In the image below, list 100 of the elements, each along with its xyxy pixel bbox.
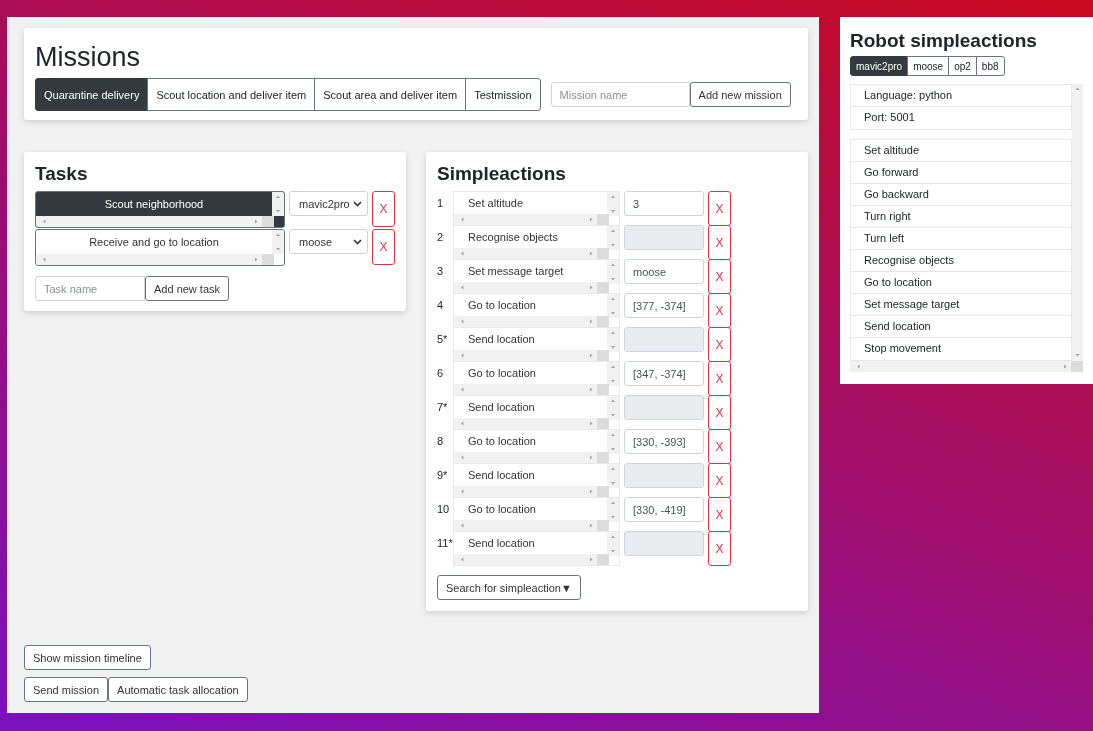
scrollbar[interactable] <box>272 230 284 254</box>
scrollbar[interactable] <box>454 486 609 497</box>
robot-info-item: Port: 5001 <box>863 110 916 125</box>
parameter-field[interactable]: [377, -374] <box>624 293 704 318</box>
scrollbar[interactable] <box>454 520 609 531</box>
simpleaction-name: Send location <box>467 332 536 347</box>
scrollbar[interactable] <box>454 384 609 395</box>
robot-select[interactable]: mavic2pro <box>289 191 368 216</box>
scrollbar[interactable] <box>454 350 609 361</box>
scrollbar[interactable] <box>454 554 609 565</box>
step-number: 4 <box>437 298 445 313</box>
scrollbar[interactable] <box>607 464 619 488</box>
parameter-field[interactable]: [330, -393] <box>624 429 704 454</box>
step-number: 1 <box>437 196 445 211</box>
delete-button[interactable]: X <box>372 229 395 265</box>
simpleaction-item[interactable]: Set altitude <box>453 191 620 226</box>
search-simpleaction-button[interactable]: Search for simpleaction▼ <box>437 575 581 600</box>
scrollbar[interactable] <box>454 214 609 225</box>
robot-action-item[interactable]: Turn left <box>851 228 1071 250</box>
scrollbar[interactable] <box>607 396 619 420</box>
scrollbar[interactable] <box>607 226 619 250</box>
task-item[interactable]: Receive and go to location <box>35 229 285 266</box>
scrollbar[interactable] <box>607 362 619 386</box>
simpleaction-name: Set altitude <box>467 196 525 211</box>
delete-button[interactable]: X <box>708 293 731 328</box>
scrollbar[interactable] <box>607 328 619 352</box>
mission-tab[interactable]: Quarantine delivery <box>35 78 149 111</box>
scrollbar[interactable] <box>607 498 619 522</box>
robot-tab[interactable]: moose <box>907 56 950 76</box>
delete-button[interactable]: X <box>708 259 731 294</box>
action-button[interactable]: Show mission timeline <box>24 645 151 670</box>
robot-action-item[interactable]: Go to location <box>851 272 1071 294</box>
robot-action-item[interactable]: Send location <box>851 316 1071 338</box>
simpleaction-item[interactable]: Set message target <box>453 259 620 294</box>
robot-info-item: Language: python <box>851 85 1071 107</box>
add-mission-button[interactable]: Add new mission <box>689 82 791 107</box>
section-title: Tasks <box>35 162 89 186</box>
parameter-field[interactable]: moose <box>624 259 704 284</box>
step-number: 2 <box>437 230 445 245</box>
delete-button[interactable]: X <box>708 497 731 532</box>
step-number: 6 <box>437 366 445 381</box>
delete-button[interactable]: X <box>708 191 731 226</box>
section-title: Robot simpleactions <box>850 29 1038 53</box>
step-number: 11* <box>437 536 453 551</box>
scrollbar[interactable] <box>607 430 619 454</box>
mission-tab[interactable]: Testmission <box>465 78 541 111</box>
action-button[interactable]: Automatic task allocation <box>108 677 248 702</box>
scrollbar[interactable] <box>607 294 619 318</box>
robot-action-item[interactable]: Set altitude <box>851 140 1071 162</box>
delete-button[interactable]: X <box>708 361 731 396</box>
mission-tab[interactable]: Scout area and deliver item <box>314 78 467 111</box>
robot-select[interactable]: moose <box>289 229 368 254</box>
scrollbar[interactable] <box>454 282 609 293</box>
delete-button[interactable]: X <box>372 191 395 227</box>
task-name-field[interactable]: Task name <box>35 276 145 301</box>
action-button[interactable]: Send mission <box>24 677 109 702</box>
step-number: 5* <box>437 332 449 347</box>
scrollbar[interactable] <box>454 452 609 463</box>
parameter-field[interactable]: [347, -374] <box>624 361 704 386</box>
section-title: Simpleactions <box>437 162 567 186</box>
simpleaction-item[interactable]: Go to location <box>453 293 620 328</box>
step-number: 10 <box>437 502 451 517</box>
scrollbar[interactable] <box>607 532 619 556</box>
scrollbar[interactable] <box>454 418 609 429</box>
simpleaction-item[interactable]: Go to location <box>453 497 620 532</box>
robot-action-item[interactable]: Set message target <box>851 294 1071 316</box>
scrollbar[interactable] <box>607 192 619 216</box>
robot-action-item[interactable]: Go backward <box>851 184 1071 206</box>
delete-button[interactable]: X <box>708 429 731 464</box>
scrollbar[interactable] <box>454 316 609 327</box>
mission-name-field[interactable]: Mission name <box>550 82 690 107</box>
simpleaction-name: Set message target <box>467 264 565 279</box>
simpleaction-name: Send location <box>467 400 536 415</box>
scrollbar[interactable] <box>1072 84 1083 361</box>
simpleaction-name: Send location <box>467 536 536 551</box>
simpleaction-item[interactable]: Go to location <box>453 429 620 464</box>
scrollbar[interactable] <box>454 248 609 259</box>
robot-action-item[interactable]: Turn right <box>851 206 1071 228</box>
robot-action-item[interactable]: Recognise objects <box>851 250 1071 272</box>
robot-tab[interactable]: mavic2pro <box>850 56 909 76</box>
simpleaction-name: Go to location <box>467 366 537 381</box>
task-item[interactable]: Scout neighborhood <box>35 191 285 228</box>
simpleaction-item[interactable]: Go to location <box>453 361 620 396</box>
simpleaction-name: Go to location <box>467 434 537 449</box>
scrollbar[interactable] <box>850 361 1083 372</box>
mission-tab[interactable]: Scout location and deliver item <box>147 78 316 111</box>
robot-tab[interactable]: op2 <box>948 56 977 76</box>
robot-tab[interactable]: bb8 <box>975 56 1005 76</box>
task-name: Scout neighborhood <box>103 197 205 212</box>
robot-action-item[interactable]: Go forward <box>851 162 1071 184</box>
add-task-button[interactable]: Add new task <box>145 276 230 301</box>
parameter-field[interactable]: [330, -419] <box>624 497 704 522</box>
page-title: Missions <box>35 41 142 74</box>
scrollbar[interactable] <box>272 192 284 216</box>
parameter-field[interactable]: 3 <box>624 191 704 216</box>
simpleaction-name: Go to location <box>467 298 537 313</box>
scrollbar[interactable] <box>36 216 274 227</box>
robot-action-item[interactable]: Stop movement <box>851 338 1071 360</box>
scrollbar[interactable] <box>36 254 274 265</box>
scrollbar[interactable] <box>607 260 619 284</box>
